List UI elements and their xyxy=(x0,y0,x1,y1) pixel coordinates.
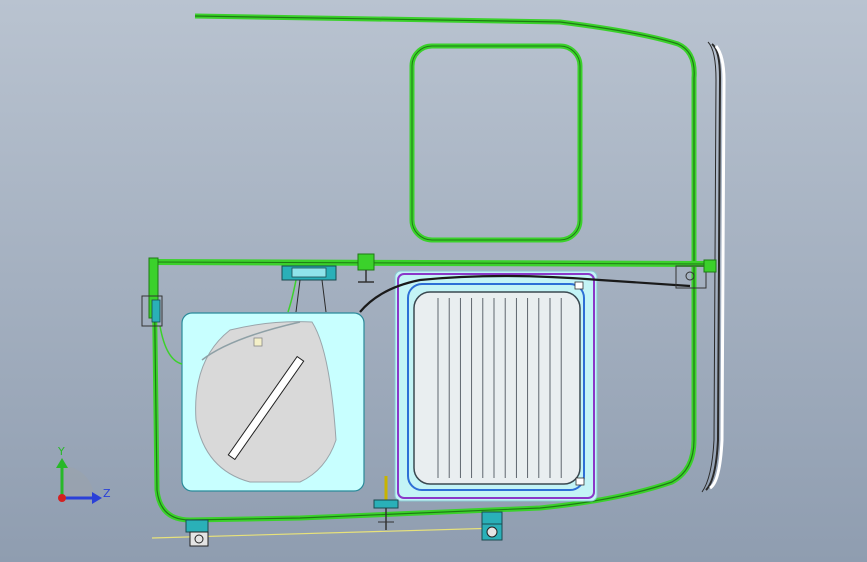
glass-pane xyxy=(413,291,581,485)
guide-marker[interactable] xyxy=(253,337,263,347)
corner-tag-bottom xyxy=(575,477,585,486)
cad-viewport[interactable]: Y Z xyxy=(0,0,867,562)
bottom-right-roller[interactable] xyxy=(481,511,503,541)
z-axis-label: Z xyxy=(103,487,111,500)
left-window-panel[interactable] xyxy=(181,312,365,492)
corner-tag xyxy=(574,281,584,290)
y-axis-label: Y xyxy=(57,445,65,458)
cad-model-view[interactable]: Y Z xyxy=(0,0,867,562)
right-window-assembly[interactable] xyxy=(394,270,598,502)
origin-marker xyxy=(58,494,66,502)
